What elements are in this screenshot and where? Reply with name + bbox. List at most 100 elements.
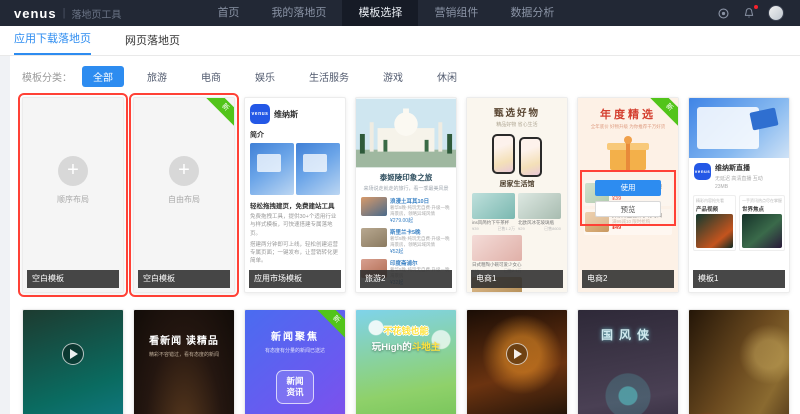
category-games[interactable]: 游戏: [372, 66, 414, 87]
feature-tag: 一手资讯热点尽在掌握: [742, 198, 782, 203]
card-footer-label: 空白模板: [138, 270, 230, 288]
news-focus-body: 新闻聚焦 有态度有分量的新闻已送达 新闻 资讯: [245, 310, 345, 414]
travel-item-name: 斯里兰卡5晚: [390, 230, 421, 236]
product-name: 落地页工具: [71, 9, 122, 21]
product-price: ¥39: [472, 226, 479, 231]
category-entertainment[interactable]: 娱乐: [244, 66, 286, 87]
venus-app-icon: venus: [694, 163, 711, 180]
bell-icon[interactable]: [742, 5, 758, 20]
ecom1-subtitle: 精品好物 省心生活: [496, 122, 538, 128]
screenshot-1: [250, 143, 294, 195]
nav-template-select[interactable]: 模板选择: [342, 0, 419, 26]
doudizhu-line2: 玩High的斗地主: [356, 339, 456, 353]
preview-template-button[interactable]: 预览: [595, 200, 661, 217]
news-badge: 新闻 资讯: [276, 370, 314, 404]
plus-icon: +: [58, 155, 88, 186]
nav-my-pages[interactable]: 我的落地页: [255, 0, 342, 26]
template-card-ecommerce-1[interactable]: 甄选好物 精品好物 省心生活 居家生活馆 ins风简约下午茶杯 ¥39 已售1.2…: [466, 97, 568, 293]
plus-icon: +: [169, 155, 199, 186]
app-size: 23MB: [715, 184, 729, 190]
venus-app-icon: venus: [250, 104, 270, 124]
template-card-ecommerce-2[interactable]: 新 年度精选 全年底价 好物升级 为你推荐千万好货 海盐手工皂香氛礼盒装 满99…: [577, 97, 679, 293]
nav-data-analysis[interactable]: 数据分析: [494, 0, 570, 26]
gift-icon: [607, 136, 649, 170]
news-focus-subtitle: 有态度有分量的新闻已送达: [264, 348, 325, 354]
doudizhu-body: 不花钱也能 玩High的斗地主: [356, 310, 456, 414]
phone-mockup: [519, 137, 542, 177]
sanguo-body: [689, 310, 789, 414]
news-focus-title: 新闻聚焦: [271, 332, 319, 343]
product-image: [472, 235, 522, 261]
app-description-2: 搭建两分钟即可上线，轻松创建运营专属页面；一键发布，让营销转化更简单。: [250, 241, 339, 265]
card-footer-label: 模板1: [693, 270, 785, 288]
feature-image: [696, 214, 733, 248]
ecom2-title: 年度精选: [600, 109, 656, 121]
venus-logo: venus: [14, 5, 57, 21]
template-card-blank-free[interactable]: 新 + 自由布局 空白模板: [129, 93, 239, 297]
template-card-art-video[interactable]: 动态艺术影像 发现更有质: [22, 309, 124, 414]
template-card-venus-live[interactable]: venus 维纳斯直播 无延迟 高清直播 互动 23MB 精彩内容抢先看 产品视…: [688, 97, 790, 293]
blank-card-body: + 顺序布局: [23, 98, 123, 292]
category-travel[interactable]: 旅游: [136, 66, 178, 87]
travel-subtitle: 来场说走就走的旅行，看一季最美风景: [363, 186, 449, 192]
app-name: 维纳斯: [274, 109, 298, 119]
travel-item: 斯里兰卡5晚 奢华5晚·纯玩无自费·升级一晚海景房，领略异域风情 ¥52起: [356, 226, 456, 257]
guofengxia-body: 国风侠: [578, 310, 678, 414]
travel-thumb: [361, 228, 387, 247]
user-avatar[interactable]: [768, 5, 784, 21]
template-card-blank-sequential[interactable]: + 顺序布局 空白模板: [18, 93, 128, 297]
card-footer-label: 空白模板: [27, 270, 119, 288]
template-card-news-read[interactable]: 看新闻 读精品 精彩不容错过，看有态度的新闻: [133, 309, 235, 414]
category-ecommerce[interactable]: 电商: [190, 66, 232, 87]
product-cell: ins风简约下午茶杯 ¥39 已售1.2万: [472, 193, 515, 232]
filter-label: 模板分类：: [22, 73, 72, 84]
category-life-services[interactable]: 生活服务: [298, 66, 360, 87]
intro-section-label: 简介: [250, 132, 264, 139]
feature-title: 世界焦点: [742, 207, 765, 213]
template-card-fantasy-game[interactable]: [466, 309, 568, 414]
fantasy-body: [467, 310, 567, 414]
tab-app-download-page[interactable]: 应用下载落地页: [14, 30, 91, 55]
app-description-1: 免费拖拽工具，提供30+个适用行业与样式模板，可快速搭建专属落地页。: [250, 214, 337, 237]
feature-columns: 精彩内容抢先看 产品视频 一手资讯热点尽在掌握 世界焦点: [689, 195, 789, 251]
use-template-button[interactable]: 使用: [595, 179, 661, 196]
play-icon[interactable]: [62, 343, 84, 366]
template-card-guofengxia[interactable]: 国风侠: [577, 309, 679, 414]
tab-webpage[interactable]: 网页落地页: [125, 32, 180, 55]
travel-title: 泰姬陵印象之旅: [379, 173, 433, 182]
travel-item-name: 浪漫土耳其10日: [390, 199, 430, 205]
template-card-doudizhu-game[interactable]: 不花钱也能 玩High的斗地主: [355, 309, 457, 414]
template-card-app-market[interactable]: venus 维纳斯 简介 轻松拖拽建页，免费建站工具 免费拖拽工具，提供30+个…: [244, 97, 346, 293]
travel-item-price: ¥279.00起: [390, 218, 414, 224]
settings-icon[interactable]: [716, 6, 730, 20]
taj-mahal-image: [356, 98, 456, 168]
blank-card-body: + 自由布局: [134, 98, 234, 292]
card-footer-label: 电商1: [471, 270, 563, 288]
travel-item-desc: 奢华5晚·纯玩无自费·升级一晚海景房，领略异域风情: [390, 236, 450, 247]
template-card-sanguo-game[interactable]: [688, 309, 790, 414]
app-headline: 轻松拖拽建页，免费建站工具: [250, 203, 335, 210]
product-price: ¥29: [518, 226, 525, 231]
product-sales: 已售1.2万: [497, 226, 515, 231]
art-card-body: 动态艺术影像 发现更有质: [23, 310, 123, 414]
feature-column: 一手资讯热点尽在掌握 世界焦点: [739, 195, 785, 251]
badge-line1: 新闻: [286, 375, 304, 386]
play-icon[interactable]: [506, 343, 528, 366]
feature-title: 产品视频: [696, 207, 719, 213]
feature-column: 精彩内容抢先看 产品视频: [693, 195, 736, 251]
template-row-1: + 顺序布局 空白模板 新 + 自由布局 空白模板 venus 维纳斯 简介 轻…: [18, 93, 792, 297]
logo-divider: |: [62, 7, 66, 19]
layout-label: 顺序布局: [57, 194, 89, 204]
template-card-travel[interactable]: 泰姬陵印象之旅 来场说走就走的旅行，看一季最美风景 浪漫土耳其10日 奢华5晚·…: [355, 97, 457, 293]
news-read-subtitle: 精彩不容错过，看有态度的新闻: [148, 352, 219, 358]
category-all[interactable]: 全部: [82, 66, 124, 87]
card-footer-label: 电商2: [582, 270, 674, 288]
nav-home[interactable]: 首页: [201, 0, 255, 26]
doudizhu-line2-em: 斗地主: [411, 342, 441, 353]
template-card-news-focus[interactable]: 新 新闻聚焦 有态度有分量的新闻已送达 新闻 资讯: [244, 309, 346, 414]
page-tabs: 应用下载落地页 网页落地页: [0, 26, 800, 56]
nav-marketing-components[interactable]: 营销组件: [418, 0, 494, 26]
app-market-body: venus 维纳斯 简介 轻松拖拽建页，免费建站工具 免费拖拽工具，提供30+个…: [245, 98, 345, 275]
app-titles: 维纳斯直播 无延迟 高清直播 互动 23MB: [715, 163, 763, 190]
category-leisure[interactable]: 休闲: [426, 66, 468, 87]
